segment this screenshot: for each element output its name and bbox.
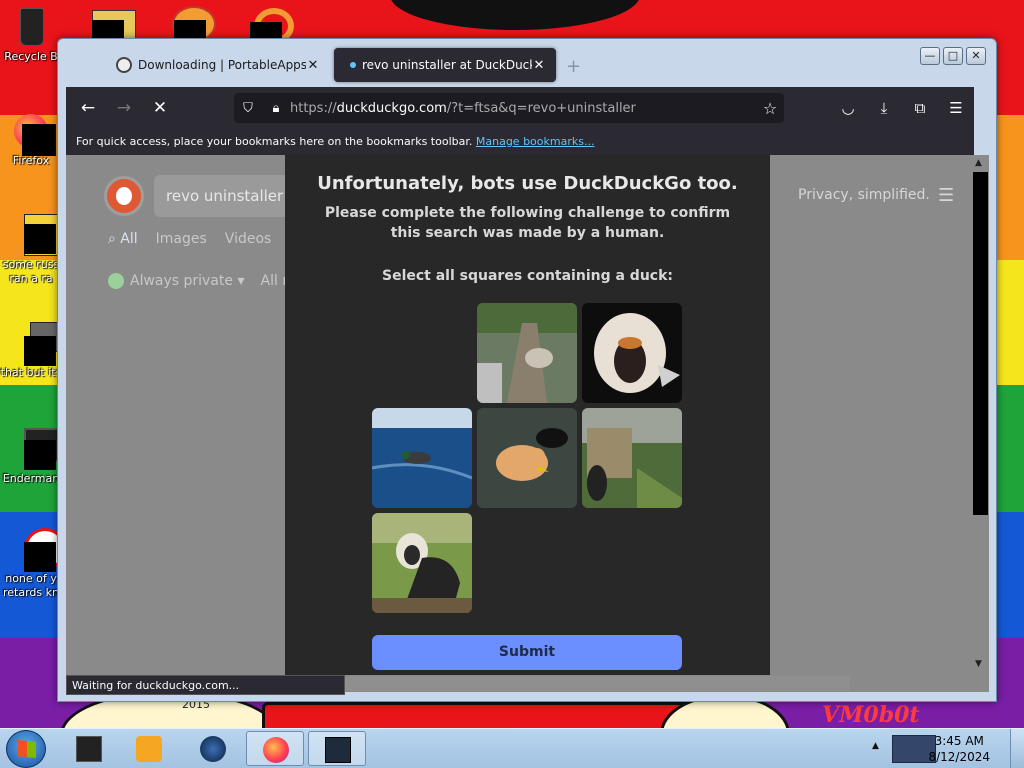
tagline: Privacy, simplified. bbox=[798, 187, 930, 203]
tile-ducks-pond[interactable] bbox=[477, 408, 577, 508]
taskbar: ▲ 3:45 AM 8/12/2024 bbox=[0, 728, 1024, 768]
ddg-menu-icon[interactable]: ☰ bbox=[938, 185, 954, 206]
desktop-icon-label: none of y retards kn bbox=[3, 572, 59, 599]
minimize-button[interactable]: — bbox=[920, 47, 940, 65]
loading-dot-icon bbox=[350, 62, 356, 68]
search-tabs: ⌕ All Images Videos bbox=[108, 231, 271, 247]
windows-logo-icon bbox=[18, 740, 36, 758]
search-icon: ⌕ bbox=[108, 231, 121, 247]
show-desktop-button[interactable] bbox=[1010, 729, 1024, 768]
tile-monkey-tree[interactable] bbox=[477, 303, 577, 403]
app-box-icon bbox=[76, 736, 102, 762]
tile-bird-cage[interactable] bbox=[582, 408, 682, 508]
tab-close-icon[interactable]: ✕ bbox=[532, 58, 546, 73]
desktop-icon-firefox[interactable]: Firefox bbox=[0, 110, 62, 168]
toolbar-right: ◡ ⤓ ⧉ ☰ bbox=[830, 87, 974, 129]
wallpaper-signature: VM0b0t bbox=[822, 702, 920, 728]
tray-expand-icon[interactable]: ▲ bbox=[872, 741, 879, 751]
tab-videos[interactable]: Videos bbox=[225, 231, 272, 247]
clock-date: 8/12/2024 bbox=[928, 750, 990, 764]
navigation-toolbar: ← → ✕ ⛉ 🔒︎ https://duckduckgo.com/?t=fts… bbox=[66, 87, 974, 129]
tab-all[interactable]: ⌕ All bbox=[108, 231, 138, 247]
tab-images[interactable]: Images bbox=[156, 231, 207, 247]
captcha-grid bbox=[372, 303, 684, 615]
browser-window: Downloading | PortableApps.co ✕ revo uni… bbox=[57, 38, 997, 702]
download-icon[interactable]: ⤓ bbox=[866, 99, 902, 117]
desktop-icon-label: Enderman bbox=[2, 472, 60, 485]
scrollbar-thumb[interactable] bbox=[973, 172, 988, 515]
shield-icon[interactable]: ⛉ bbox=[234, 101, 262, 116]
desktop-icon-label: Firefox bbox=[12, 154, 50, 167]
desktop-icon-recycle-bin[interactable]: Recycle B bbox=[0, 6, 62, 64]
page-content: revo uninstaller ⌕ All Images Videos Alw… bbox=[66, 155, 972, 675]
desktop-icon-label: some russ ran a ra bbox=[2, 258, 60, 285]
hamburger-menu-icon[interactable]: ☰ bbox=[938, 99, 974, 117]
tile-monkey-walking[interactable] bbox=[372, 513, 472, 613]
tab-portableapps[interactable]: Downloading | PortableApps.co ✕ bbox=[106, 48, 330, 82]
taskbar-firefox[interactable] bbox=[246, 731, 304, 766]
search-filters: Always private ▾ All re bbox=[108, 273, 296, 289]
status-bar: Waiting for duckduckgo.com... bbox=[66, 675, 345, 695]
tab-strip: Downloading | PortableApps.co ✕ revo uni… bbox=[58, 39, 996, 87]
clock-time: 3:45 AM bbox=[934, 734, 984, 748]
tab-duckduckgo[interactable]: revo uninstaller at DuckDuckGo ✕ bbox=[334, 48, 556, 82]
monitor-icon bbox=[10, 428, 66, 470]
tab-title: Downloading | PortableApps.co bbox=[138, 58, 306, 72]
close-button[interactable]: ✕ bbox=[966, 47, 986, 65]
bookmarks-bar: For quick access, place your bookmarks h… bbox=[66, 129, 974, 155]
clock[interactable]: 3:45 AM 8/12/2024 bbox=[928, 733, 990, 765]
desktop-icon-label: that but its bbox=[0, 366, 62, 379]
stacked-window-icon bbox=[10, 322, 66, 366]
lock-icon[interactable]: 🔒︎ bbox=[262, 101, 290, 116]
url-bar[interactable]: ⛉ 🔒︎ https://duckduckgo.com/?t=ftsa&q=re… bbox=[234, 93, 784, 123]
desktop-icon-label: Recycle B bbox=[4, 50, 58, 63]
desktop-icon-file-1[interactable]: some russ ran a ra bbox=[0, 214, 66, 286]
forward-arrow-icon[interactable]: → bbox=[106, 98, 142, 118]
desktop-icon-file-2[interactable]: that but its bbox=[0, 322, 66, 380]
check-icon bbox=[108, 273, 124, 289]
system-tray: ▲ 3:45 AM 8/12/2024 bbox=[864, 729, 1024, 768]
taskbar-media-player[interactable] bbox=[120, 731, 178, 766]
captcha-modal: Unfortunately, bots use DuckDuckGo too. … bbox=[285, 155, 770, 675]
manage-bookmarks-link[interactable]: Manage bookmarks... bbox=[476, 135, 595, 148]
firefox-icon bbox=[10, 110, 56, 156]
tab-close-icon[interactable]: ✕ bbox=[306, 58, 320, 73]
scroll-up-icon[interactable]: ▲ bbox=[975, 158, 982, 168]
pocket-icon[interactable]: ◡ bbox=[830, 99, 866, 117]
bookmark-star-icon[interactable]: ☆ bbox=[756, 99, 784, 118]
url-text[interactable]: https://duckduckgo.com/?t=ftsa&q=revo+un… bbox=[290, 101, 756, 116]
window-controls: — □ ✕ bbox=[920, 47, 986, 65]
new-tab-button[interactable]: + bbox=[566, 56, 581, 77]
captcha-instruction: Select all squares containing a duck: bbox=[382, 268, 673, 284]
captcha-description: Please complete the following challenge … bbox=[324, 205, 731, 241]
terminal-icon bbox=[325, 737, 351, 763]
back-arrow-icon[interactable]: ← bbox=[70, 98, 106, 118]
loading-icon bbox=[116, 57, 132, 73]
taskbar-app-3[interactable] bbox=[184, 731, 242, 766]
start-button[interactable] bbox=[6, 730, 46, 768]
recycle-bin-icon bbox=[10, 6, 52, 48]
vertical-scrollbar[interactable]: ▲ ▼ bbox=[972, 155, 989, 675]
submit-button[interactable]: Submit bbox=[372, 635, 682, 670]
captcha-heading: Unfortunately, bots use DuckDuckGo too. bbox=[317, 173, 738, 194]
extensions-icon[interactable]: ⧉ bbox=[902, 99, 938, 117]
always-private-filter[interactable]: Always private ▾ bbox=[108, 273, 245, 289]
globe-icon bbox=[200, 736, 226, 762]
desktop-icon-file-3[interactable]: none of y retards kn bbox=[0, 528, 66, 600]
scroll-down-icon[interactable]: ▼ bbox=[975, 659, 982, 669]
tile-duck-water[interactable] bbox=[372, 408, 472, 508]
desktop-icon-enderman[interactable]: Enderman bbox=[0, 428, 66, 486]
media-player-icon bbox=[136, 736, 162, 762]
tab-title: revo uninstaller at DuckDuckGo bbox=[362, 58, 532, 72]
tile-monkey-face[interactable] bbox=[582, 303, 682, 403]
text-file-icon bbox=[10, 214, 66, 256]
stop-loading-icon[interactable]: ✕ bbox=[142, 98, 178, 118]
firefox-icon bbox=[263, 737, 289, 763]
duckduckgo-logo[interactable] bbox=[104, 176, 144, 216]
media-icon bbox=[10, 528, 66, 572]
maximize-button[interactable]: □ bbox=[943, 47, 963, 65]
bookmarks-hint: For quick access, place your bookmarks h… bbox=[76, 135, 473, 148]
taskbar-terminal[interactable] bbox=[308, 731, 366, 766]
taskbar-app-1[interactable] bbox=[60, 731, 118, 766]
